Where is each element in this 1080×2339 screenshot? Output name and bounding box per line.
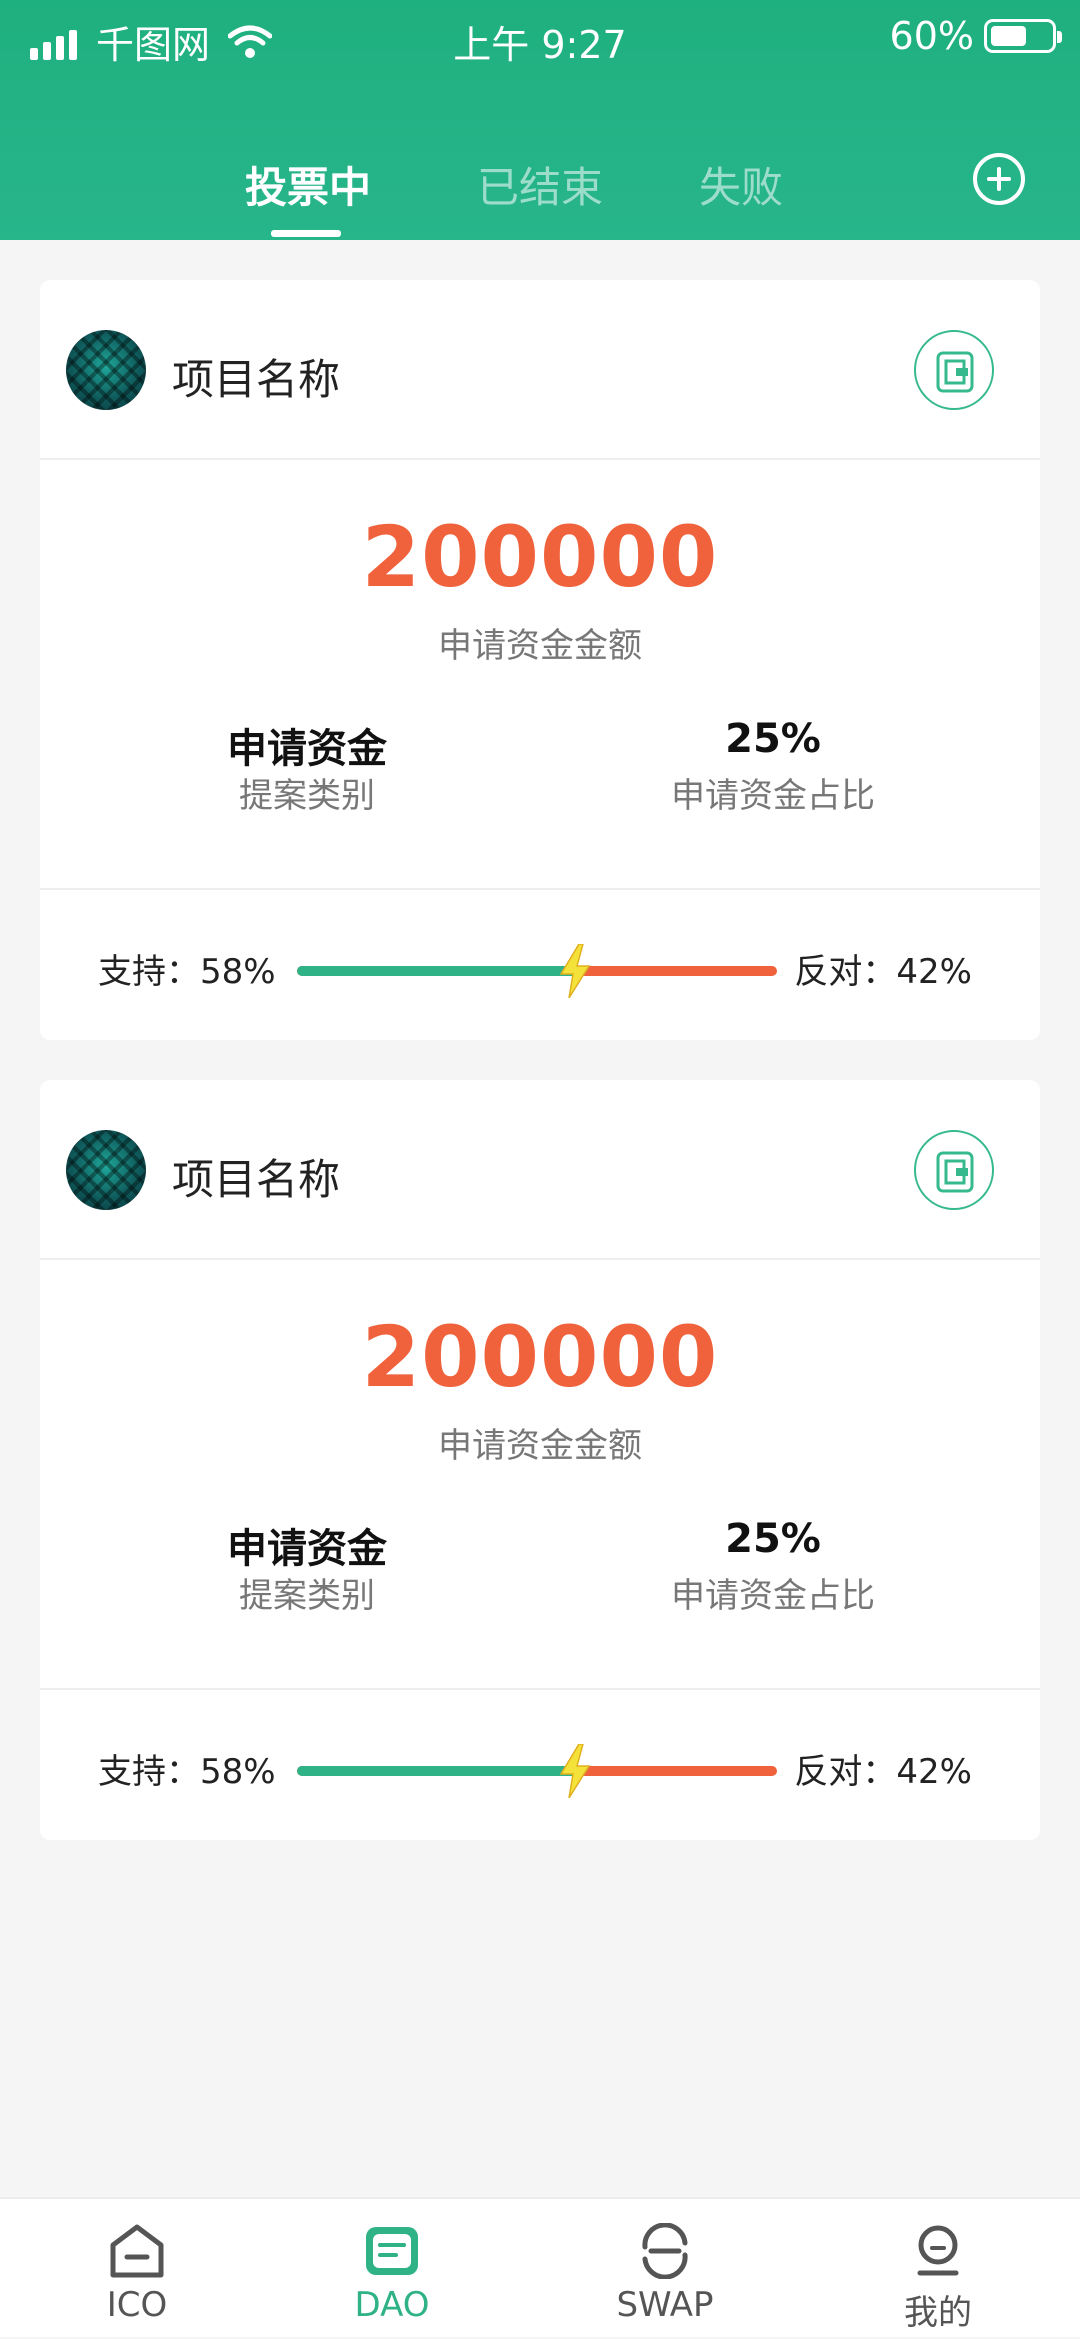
home-icon <box>110 2224 164 2278</box>
project-name: 项目名称 <box>172 355 341 404</box>
tab-ended[interactable]: 已结束 <box>477 154 603 215</box>
lightning-icon <box>560 944 591 998</box>
ratio-value: 25% <box>725 1516 821 1562</box>
category-value: 申请资金 <box>227 726 387 772</box>
tab-bar: 投票中 已结束 失败 <box>0 140 1080 240</box>
nav-ico[interactable]: ICO <box>37 2199 237 2339</box>
nav-label: DAO <box>354 2285 430 2325</box>
project-name: 项目名称 <box>172 1155 341 1204</box>
oppose-percent: 反对：42% <box>794 952 972 992</box>
card-header: 项目名称 <box>40 1080 1040 1260</box>
proposal-detail-icon[interactable] <box>914 1130 994 1210</box>
ratio-value: 25% <box>725 716 821 762</box>
oppose-percent: 反对：42% <box>794 1752 972 1792</box>
ratio-label: 申请资金占比 <box>671 776 875 816</box>
requested-amount: 200000 <box>361 1308 719 1406</box>
support-fill <box>297 1766 576 1776</box>
proposal-card[interactable]: 项目名称 200000 申请资金金额 申请资金 提案类别 25% 申请资金占比 … <box>40 280 1040 1040</box>
requested-amount: 200000 <box>361 508 719 606</box>
requested-amount-label: 申请资金金额 <box>438 1426 642 1466</box>
nav-label: ICO <box>106 2285 168 2325</box>
category-value: 申请资金 <box>227 1526 387 1572</box>
lightning-icon <box>560 1744 591 1798</box>
vote-progress-bar <box>297 1744 777 1798</box>
tab-failed[interactable]: 失败 <box>699 154 783 215</box>
nav-label: SWAP <box>616 2285 714 2325</box>
vote-row: 支持：58% 反对：42% <box>40 1688 1040 1840</box>
proposal-card[interactable]: 项目名称 200000 申请资金金额 申请资金 提案类别 25% 申请资金占比 … <box>40 1080 1040 1840</box>
nav-label: 我的 <box>904 2293 972 2333</box>
battery-icon <box>984 19 1062 53</box>
swap-icon <box>642 2223 688 2279</box>
vote-row: 支持：58% 反对：42% <box>40 888 1040 1040</box>
tab-voting[interactable]: 投票中 <box>245 154 371 215</box>
dao-icon <box>366 2227 418 2275</box>
bottom-nav: ICO DAO SWAP 我的 <box>0 2197 1080 2337</box>
project-avatar <box>66 1130 146 1210</box>
ratio-label: 申请资金占比 <box>671 1576 875 1616</box>
add-proposal-button[interactable] <box>973 153 1025 205</box>
card-header: 项目名称 <box>40 280 1040 460</box>
status-right: 60% <box>889 14 1062 58</box>
profile-icon <box>917 2225 959 2276</box>
project-avatar <box>66 330 146 410</box>
status-bar: 千图网 上午 9:27 60% <box>0 0 1080 78</box>
support-fill <box>297 966 576 976</box>
active-tab-indicator <box>271 230 341 237</box>
nav-swap[interactable]: SWAP <box>565 2199 765 2339</box>
nav-dao[interactable]: DAO <box>292 2199 492 2339</box>
proposal-detail-icon[interactable] <box>914 330 994 410</box>
category-label: 提案类别 <box>239 776 375 816</box>
vote-progress-bar <box>297 944 777 998</box>
requested-amount-label: 申请资金金额 <box>438 626 642 666</box>
support-percent: 支持：58% <box>98 1752 276 1792</box>
nav-mine[interactable]: 我的 <box>838 2199 1038 2339</box>
header: 千图网 上午 9:27 60% 投票中 已结束 失败 <box>0 0 1080 240</box>
category-label: 提案类别 <box>239 1576 375 1616</box>
battery-percent: 60% <box>889 14 974 58</box>
support-percent: 支持：58% <box>98 952 276 992</box>
